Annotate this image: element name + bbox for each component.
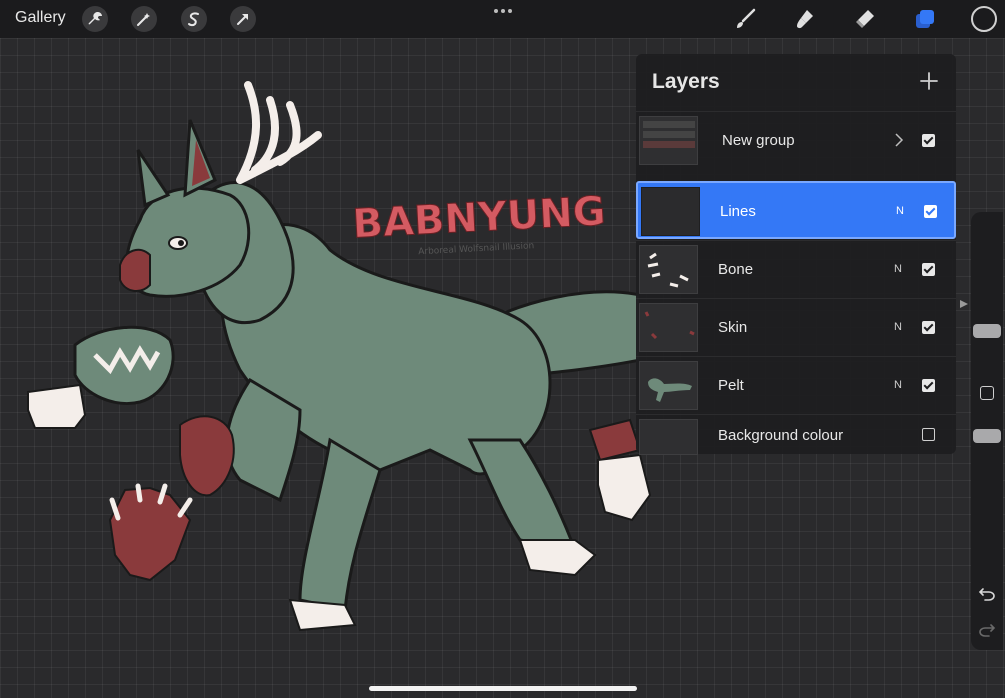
layer-visibility-checkbox[interactable] (922, 321, 935, 334)
artwork-jaw-study (73, 325, 175, 405)
sidebar-toggle-icon[interactable] (958, 298, 970, 310)
layer-visibility-checkbox[interactable] (922, 134, 935, 147)
artwork-paw (179, 415, 235, 497)
layer-thumbnail (639, 303, 698, 352)
selection-icon (188, 12, 199, 27)
top-toolbar: Gallery (0, 0, 1005, 38)
layers-panel: Layers New group Lines N Bone N Skin N P… (636, 54, 956, 455)
layer-name: New group (722, 132, 795, 149)
layer-thumbnail (639, 116, 698, 165)
layer-visibility-checkbox[interactable] (924, 205, 937, 218)
adjustments-button[interactable] (131, 6, 157, 32)
artwork-front-leg (298, 437, 382, 612)
brush-icon (737, 8, 756, 28)
layer-row-bone[interactable]: Bone N (636, 240, 956, 298)
layer-row-new-group[interactable]: New group (636, 111, 956, 169)
wrench-icon (88, 12, 102, 25)
layer-visibility-checkbox[interactable] (922, 263, 935, 276)
artwork-title: BABNYUNG (351, 188, 606, 247)
pelt-thumbnail-preview (648, 378, 692, 402)
artwork-hoof-hind (518, 539, 597, 577)
layer-name: Background colour (718, 427, 844, 444)
opacity-slider[interactable] (973, 429, 1001, 443)
eraser-tool[interactable] (851, 5, 879, 33)
layer-name: Lines (720, 203, 756, 220)
artwork-antlers (236, 81, 322, 184)
artwork-hind-leg (467, 438, 578, 552)
layer-blend-mode[interactable]: N (894, 321, 902, 333)
artwork-subtitle: Arboreal Wolfsnail Illusion (418, 241, 534, 257)
magic-wand-icon (137, 13, 150, 26)
add-layer-icon[interactable] (918, 70, 940, 92)
eraser-icon (856, 10, 874, 28)
group-thumbnail-preview (643, 121, 695, 148)
selection-button[interactable] (181, 6, 207, 32)
transform-arrow-icon (237, 14, 248, 25)
gallery-button[interactable]: Gallery (15, 9, 66, 27)
layers-icon (916, 10, 934, 28)
undo-icon[interactable] (978, 586, 996, 602)
layer-blend-mode[interactable]: N (894, 263, 902, 275)
artwork-hand-study (108, 486, 192, 582)
actions-button[interactable] (82, 6, 108, 32)
transform-button[interactable] (230, 6, 256, 32)
skin-thumbnail-preview (644, 311, 695, 340)
home-indicator[interactable] (369, 686, 637, 691)
layer-thumbnail (639, 245, 698, 294)
layer-row-background-colour[interactable]: Background colour (636, 414, 956, 455)
modify-button[interactable] (980, 386, 994, 400)
layer-name: Pelt (718, 377, 744, 394)
layer-thumbnail (639, 419, 698, 455)
layer-blend-mode[interactable]: N (896, 205, 904, 217)
artwork-pupil (178, 240, 184, 246)
brush-tool[interactable] (731, 5, 759, 33)
layer-row-lines[interactable]: Lines N (636, 181, 956, 239)
layers-tool[interactable] (911, 5, 939, 33)
artwork-ear-left (136, 149, 171, 208)
layer-thumbnail (641, 187, 700, 236)
layer-name: Skin (718, 319, 748, 336)
artwork-hoof-study-skin (588, 418, 642, 462)
layer-blend-mode[interactable]: N (894, 379, 902, 391)
more-options-icon[interactable] (492, 4, 514, 18)
right-sidebar (971, 212, 1003, 650)
artwork-snout (119, 248, 151, 292)
layer-row-skin[interactable]: Skin N (636, 298, 956, 356)
layer-visibility-checkbox[interactable] (922, 428, 935, 441)
layer-name: Bone (718, 261, 754, 278)
artwork-teeth-study (27, 383, 87, 429)
redo-icon[interactable] (978, 622, 996, 638)
layer-row-pelt[interactable]: Pelt N (636, 356, 956, 414)
chevron-right-icon[interactable] (894, 132, 904, 148)
artwork-hoof-study (597, 453, 652, 522)
layer-thumbnail (639, 361, 698, 410)
bone-thumbnail-preview (647, 252, 689, 288)
smudge-tool[interactable] (791, 5, 819, 33)
layers-panel-title: Layers (652, 70, 720, 93)
smudge-icon (797, 10, 813, 29)
artwork-hoof-front (288, 598, 357, 632)
layer-visibility-checkbox[interactable] (922, 379, 935, 392)
color-picker-button[interactable] (971, 6, 997, 32)
brush-size-slider[interactable] (973, 324, 1001, 338)
